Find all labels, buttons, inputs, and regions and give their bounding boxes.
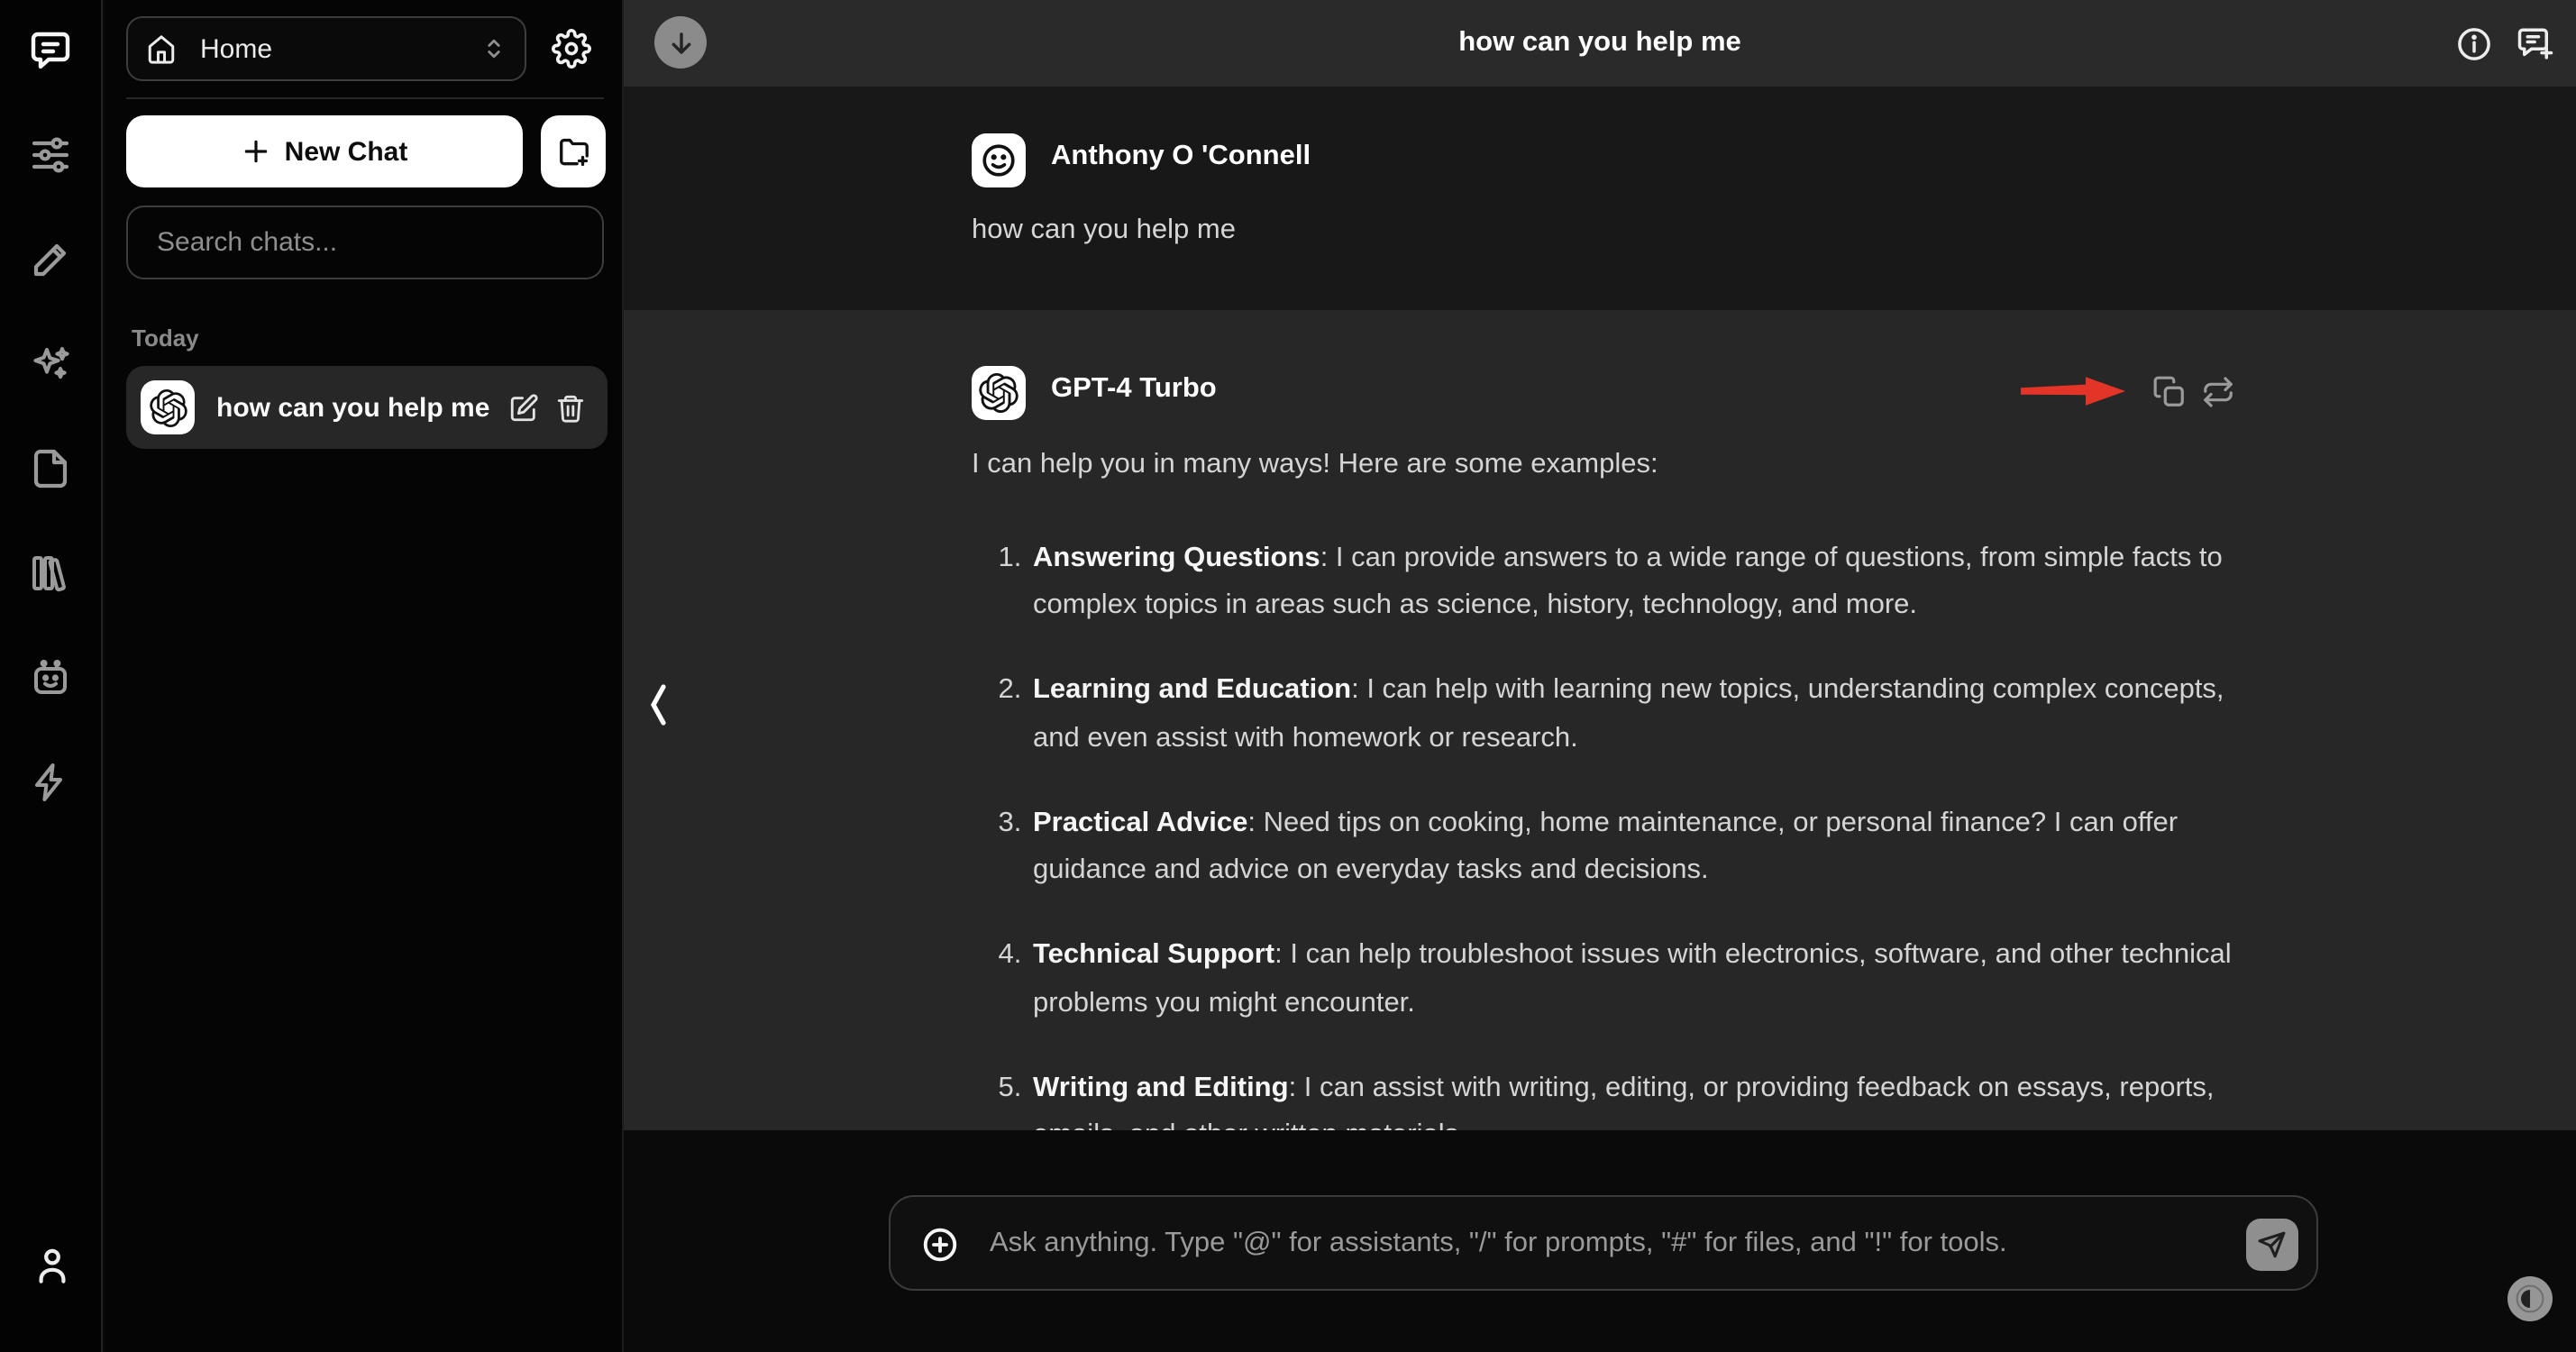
assistant-list: Answering Questions: I can provide answe… xyxy=(972,534,2233,1130)
list-item: Answering Questions: I can provide answe… xyxy=(1029,534,2233,630)
message-input[interactable] xyxy=(990,1199,2107,1287)
assistant-message: GPT-4 Turbo I can help you in many ways!… xyxy=(624,310,2576,1130)
user-message-text: how can you help me xyxy=(972,215,1236,245)
user-avatar xyxy=(972,133,1026,187)
conversation-list-item[interactable]: how can you help me xyxy=(126,366,607,449)
workspace-select[interactable]: Home xyxy=(126,16,526,81)
person-icon[interactable] xyxy=(0,1244,103,1287)
chat-header: how can you help me xyxy=(624,0,2576,87)
chat-panel: how can you help me Anthony O 'Connell h… xyxy=(624,0,2576,1352)
assistant-avatar xyxy=(972,366,1026,420)
new-conversation-icon[interactable] xyxy=(2517,24,2554,62)
new-chat-label: New Chat xyxy=(284,136,408,167)
page-title: how can you help me xyxy=(1458,27,1741,58)
chat-icon[interactable] xyxy=(13,13,88,88)
list-item: Practical Advice: Need tips on cooking, … xyxy=(1029,799,2233,895)
sparkles-icon[interactable] xyxy=(13,326,88,402)
home-icon xyxy=(148,34,175,63)
conversation-title: how can you help me xyxy=(216,392,490,423)
file-icon[interactable] xyxy=(13,431,88,507)
list-item: Learning and Education: I can help with … xyxy=(1029,667,2233,763)
zap-icon[interactable] xyxy=(13,745,88,820)
bot-icon[interactable] xyxy=(13,640,88,716)
user-name: Anthony O 'Connell xyxy=(1051,141,1311,171)
list-item: Technical Support: I can help troublesho… xyxy=(1029,932,2233,1028)
pencil-icon[interactable] xyxy=(13,222,88,297)
delete-icon[interactable] xyxy=(555,392,586,423)
arrow-down-icon xyxy=(671,32,690,53)
list-item: Writing and Editing: I can assist with w… xyxy=(1029,1064,2233,1130)
new-chat-button[interactable]: New Chat xyxy=(126,115,523,187)
new-folder-button[interactable] xyxy=(541,115,606,187)
assistant-name: GPT-4 Turbo xyxy=(1051,373,1217,404)
copy-icon[interactable] xyxy=(2152,375,2187,409)
send-button[interactable] xyxy=(2246,1219,2298,1271)
app-window: Home New Chat Today how can you help me xyxy=(0,0,2576,1352)
settings-gear-icon[interactable] xyxy=(552,29,591,69)
search-input[interactable] xyxy=(126,206,604,279)
attach-plus-icon[interactable] xyxy=(921,1226,959,1264)
openai-logo-icon xyxy=(141,380,195,434)
composer[interactable] xyxy=(889,1195,2318,1291)
rename-icon[interactable] xyxy=(508,392,539,423)
regenerate-icon[interactable] xyxy=(2201,375,2235,409)
sidebar: Home New Chat Today how can you help me xyxy=(105,0,624,1352)
openai-logo-icon xyxy=(979,373,1019,413)
date-section-label: Today xyxy=(132,324,199,352)
annotation-arrow xyxy=(2021,377,2125,406)
library-icon[interactable] xyxy=(13,535,88,611)
theme-toggle-button[interactable] xyxy=(2507,1276,2553,1321)
sidebar-collapse-toggle[interactable] xyxy=(645,681,671,728)
assistant-intro: I can help you in many ways! Here are so… xyxy=(972,449,1658,480)
composer-zone xyxy=(624,1130,2576,1352)
user-message: Anthony O 'Connell how can you help me xyxy=(624,87,2576,310)
sliders-icon[interactable] xyxy=(13,117,88,193)
info-icon[interactable] xyxy=(2455,24,2493,62)
assistant-message-body: I can help you in many ways! Here are so… xyxy=(972,442,2233,1130)
scroll-down-button[interactable] xyxy=(654,16,707,69)
plus-icon xyxy=(244,140,267,163)
chevron-up-down-icon xyxy=(488,39,500,59)
folder-plus-icon xyxy=(559,137,588,166)
paper-plane-icon xyxy=(2258,1231,2286,1258)
smiley-icon xyxy=(982,144,1015,177)
icon-rail xyxy=(0,0,103,1352)
sidebar-divider xyxy=(126,97,604,99)
workspace-label: Home xyxy=(200,33,273,64)
